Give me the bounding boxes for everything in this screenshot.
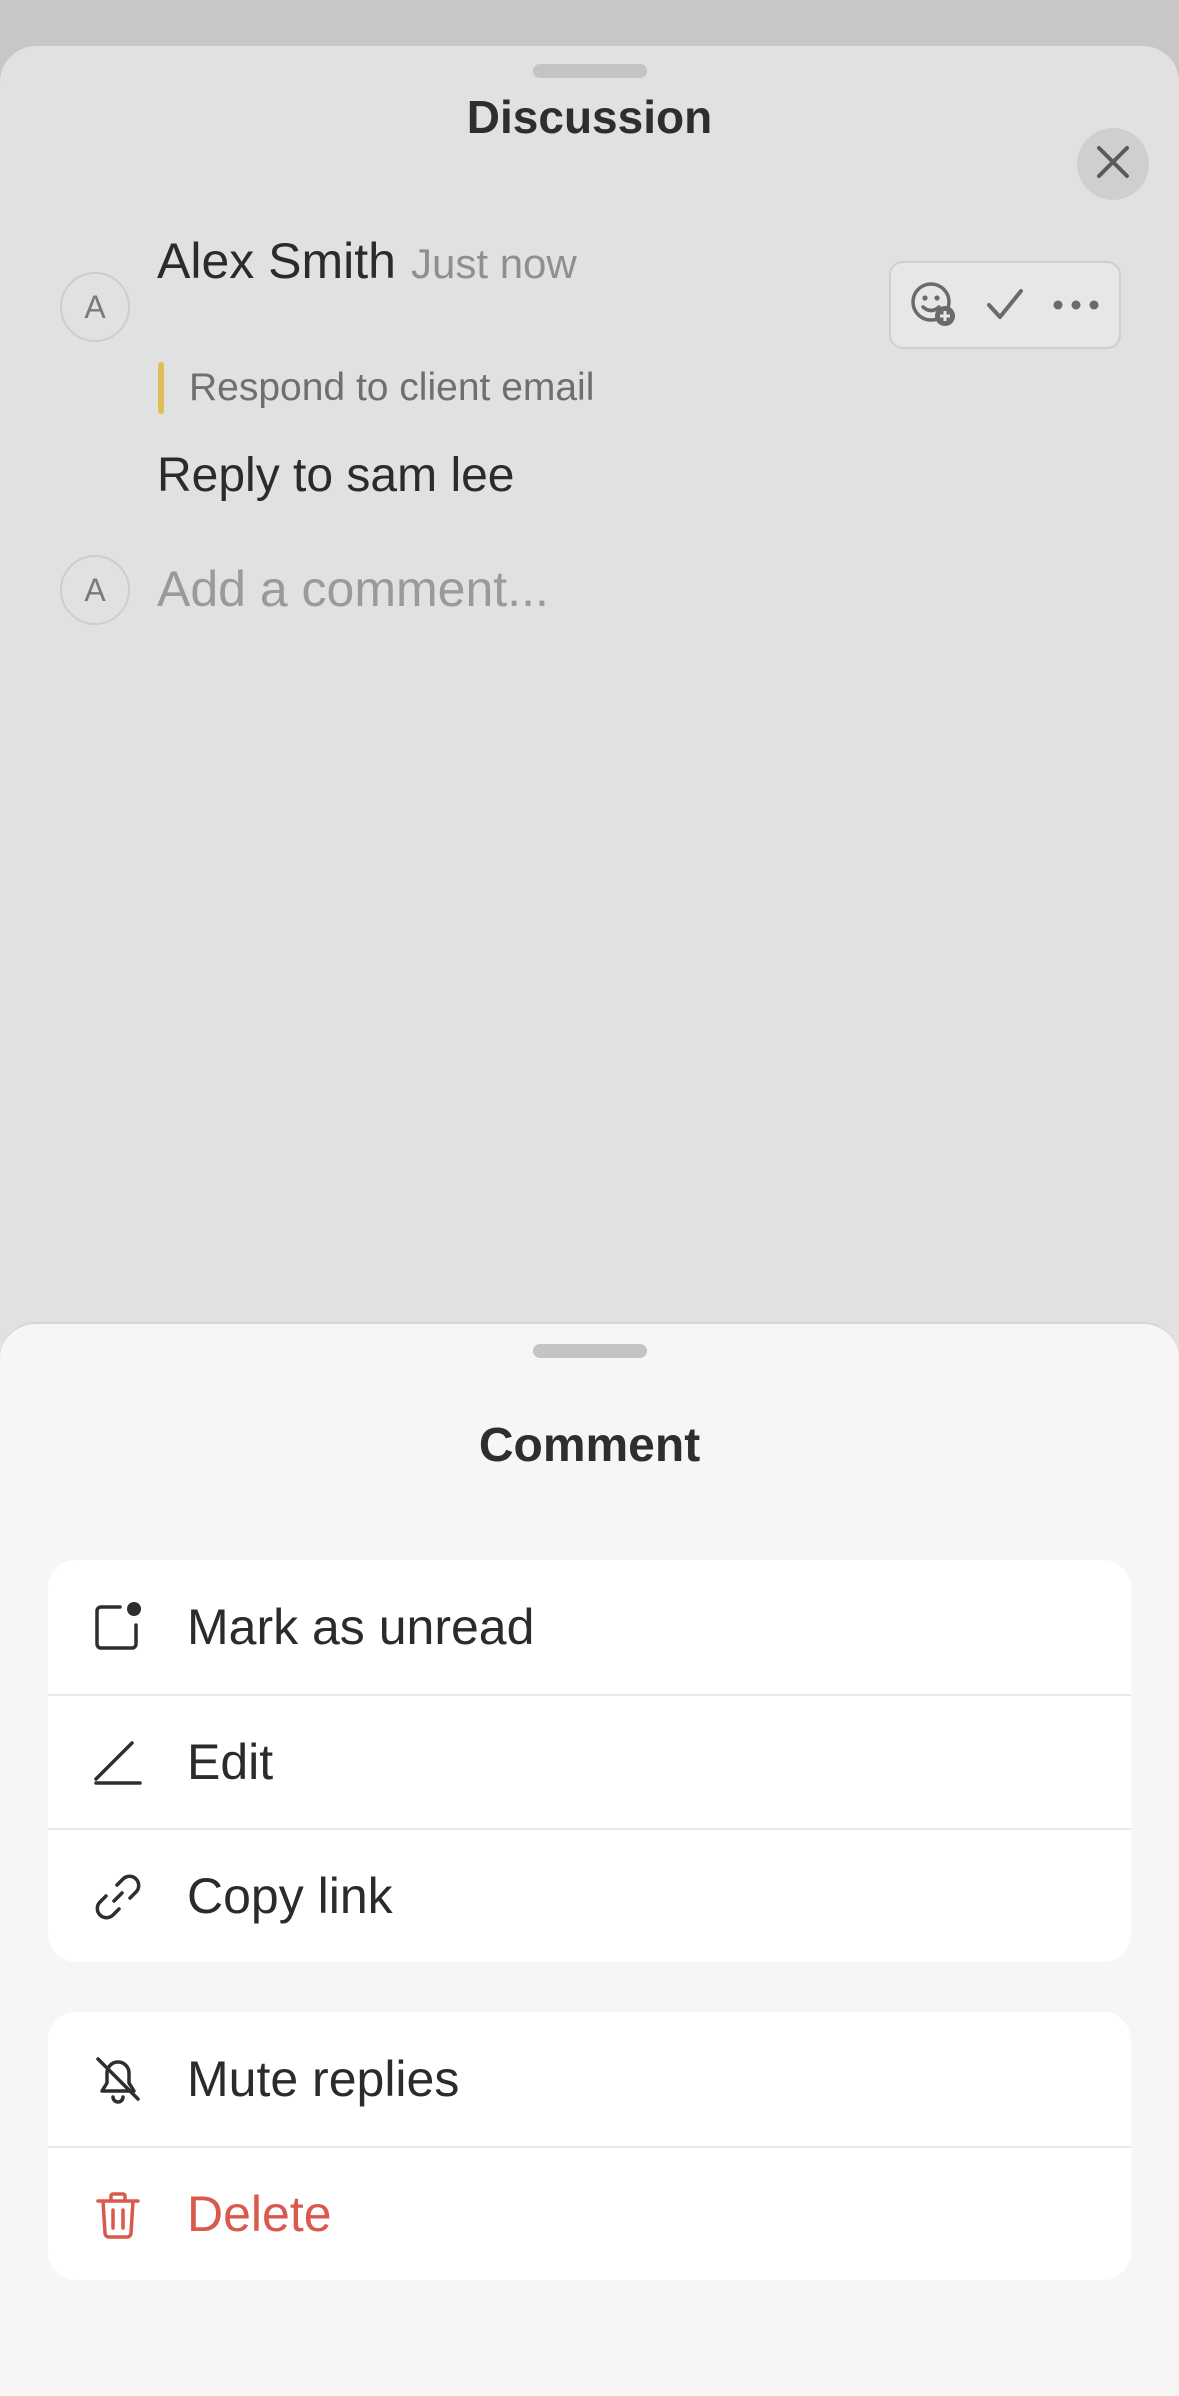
comment-actions-group: Mark as unread Edit Copy link <box>48 1560 1131 1962</box>
copy-link-button[interactable]: Copy link <box>48 1828 1131 1962</box>
close-icon <box>1093 142 1133 187</box>
quoted-task[interactable]: Respond to client email <box>189 366 594 410</box>
resolve-check-icon[interactable] <box>977 277 1033 333</box>
more-options-icon[interactable] <box>1048 277 1104 333</box>
delete-label: Delete <box>187 2186 332 2242</box>
close-button[interactable] <box>1077 128 1149 200</box>
comment-action-sheet: Comment Mark as unread Edit Copy link Mu… <box>0 1322 1179 2396</box>
edit-button[interactable]: Edit <box>48 1694 1131 1828</box>
comment-danger-group: Mute replies Delete <box>48 2012 1131 2280</box>
bell-off-icon <box>90 2051 146 2107</box>
edit-label: Edit <box>187 1734 274 1790</box>
comment-body: Reply to sam lee <box>157 449 515 502</box>
comment-action-bar <box>889 261 1121 349</box>
pencil-icon <box>90 1735 146 1791</box>
comment-author-name: Alex Smith <box>157 233 396 289</box>
comment-sheet-title: Comment <box>478 1419 701 1472</box>
discussion-sheet-grabber[interactable] <box>533 64 647 78</box>
quote-accent-bar <box>158 362 164 414</box>
copy-link-label: Copy link <box>187 1868 393 1924</box>
link-icon <box>90 1869 146 1925</box>
mark-as-unread-label: Mark as unread <box>187 1599 535 1655</box>
delete-button[interactable]: Delete <box>48 2146 1131 2280</box>
mute-replies-label: Mute replies <box>187 2051 460 2107</box>
mute-replies-button[interactable]: Mute replies <box>48 2012 1131 2146</box>
add-reaction-icon[interactable] <box>906 277 962 333</box>
comment-sheet-grabber[interactable] <box>533 1344 647 1358</box>
current-user-avatar: A <box>60 555 130 625</box>
add-comment-input[interactable]: Add a comment... <box>157 560 549 618</box>
mark-unread-icon <box>90 1599 146 1655</box>
comment-timestamp: Just now <box>411 240 577 287</box>
trash-icon <box>90 2187 146 2243</box>
discussion-title: Discussion <box>466 91 713 143</box>
comment-author-avatar[interactable]: A <box>60 272 130 342</box>
mark-as-unread-button[interactable]: Mark as unread <box>48 1560 1131 1694</box>
